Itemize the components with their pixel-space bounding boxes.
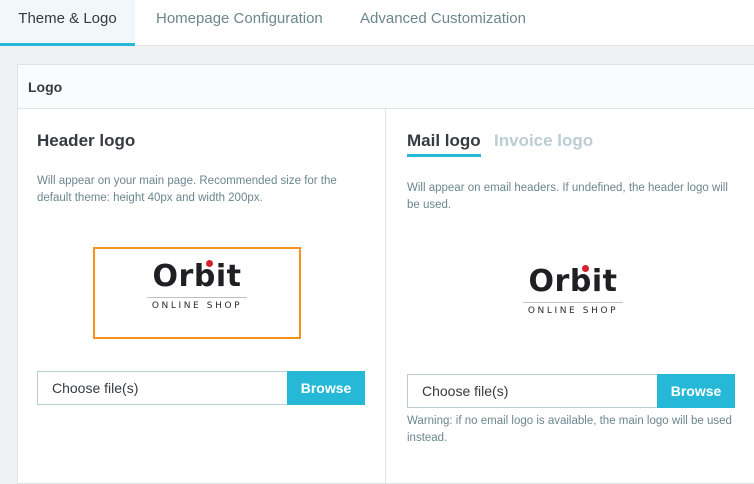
mail-logo-file-group: Choose file(s) Browse [407, 374, 735, 408]
tab-invoice-logo[interactable]: Invoice logo [494, 131, 593, 151]
header-logo-help: Will appear on your main page. Recommend… [37, 175, 337, 204]
tab-homepage-configuration[interactable]: Homepage Configuration [156, 0, 323, 46]
header-logo-file-input[interactable]: Choose file(s) [37, 371, 287, 405]
top-tab-bar: Theme & Logo Homepage Configuration Adva… [0, 0, 754, 46]
logo-underline [147, 297, 247, 298]
tab-advanced-customization[interactable]: Advanced Customization [360, 0, 526, 46]
header-logo-title: Header logo [37, 131, 136, 150]
logo-wordmark: Orbit [152, 259, 242, 294]
header-logo-browse-button[interactable]: Browse [287, 371, 365, 405]
tab-mail-logo[interactable]: Mail logo [407, 131, 481, 157]
card-title: Logo [18, 65, 754, 109]
mail-logo-browse-button[interactable]: Browse [657, 374, 735, 408]
logo-underline [523, 302, 623, 303]
header-logo-preview: Orbit ONLINE SHOP [93, 247, 301, 339]
column-divider [385, 109, 386, 483]
logo-dot-icon [581, 265, 589, 272]
logo-tagline: ONLINE SHOP [151, 301, 243, 311]
logo-wordmark: Orbit [528, 264, 618, 299]
logo-tagline: ONLINE SHOP [527, 306, 619, 316]
tab-theme-logo[interactable]: Theme & Logo [0, 0, 135, 46]
logo-card: Logo Header logo Will appear on your mai… [17, 64, 754, 484]
mail-logo-file-input[interactable]: Choose file(s) [407, 374, 657, 408]
logo-dot-icon [205, 260, 213, 267]
mail-logo-help: Will appear on email headers. If undefin… [407, 182, 728, 211]
mail-logo-image: Orbit ONLINE SHOP [491, 264, 655, 316]
header-logo-image: Orbit ONLINE SHOP [95, 259, 299, 311]
mail-logo-warning: Warning: if no email logo is available, … [407, 415, 732, 444]
header-logo-file-group: Choose file(s) Browse [37, 371, 365, 405]
